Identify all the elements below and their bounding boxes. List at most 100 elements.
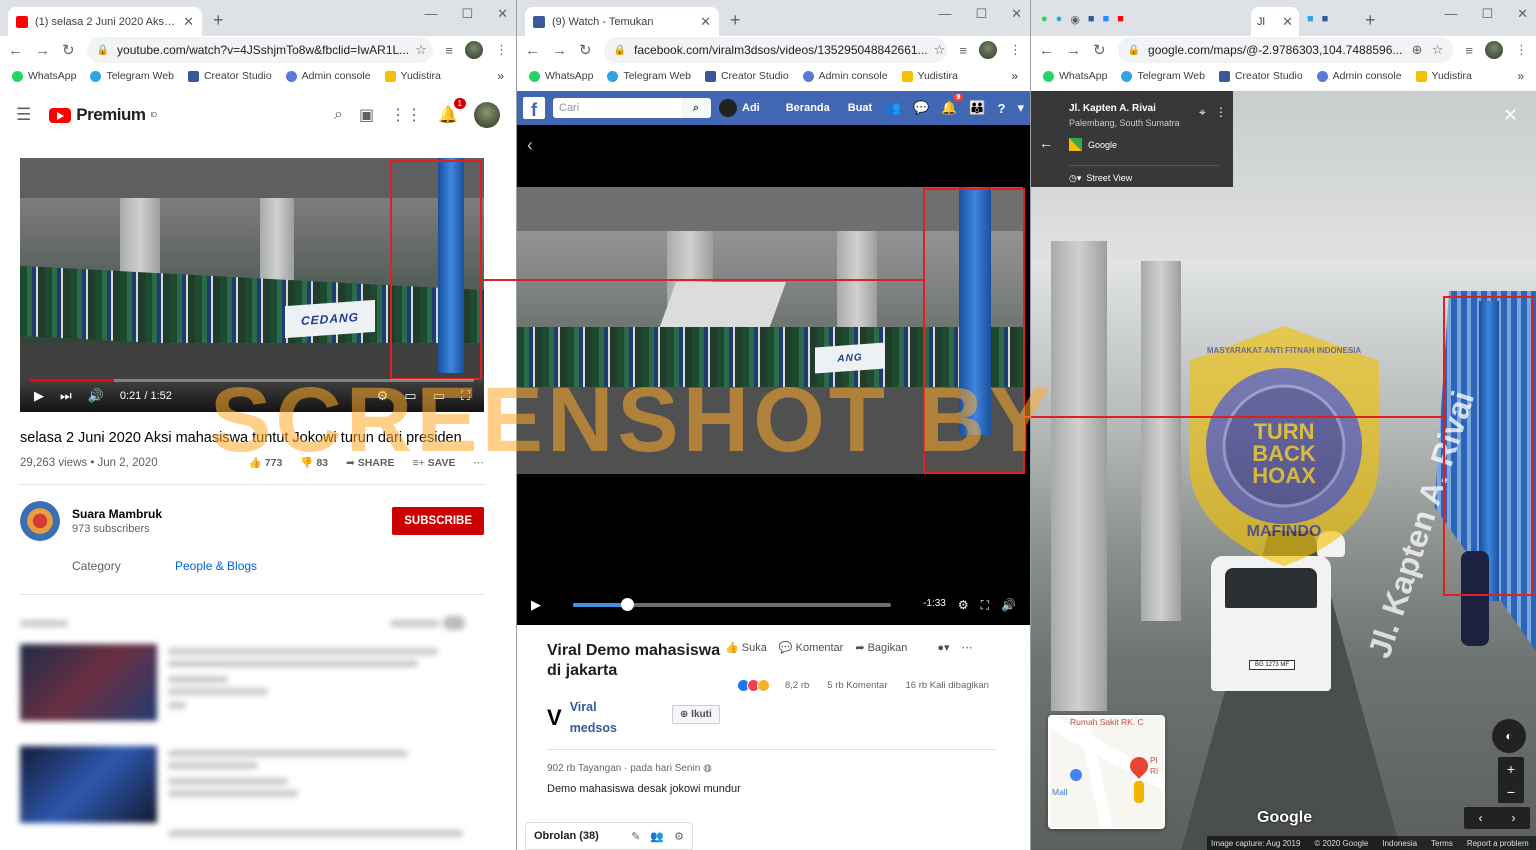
comment-button[interactable]: 💬 Komentar — [779, 641, 843, 654]
share-button[interactable]: ➦ Bagikan — [855, 641, 907, 654]
maximize-icon[interactable]: ☐ — [461, 6, 473, 22]
media-icon[interactable]: ≡ — [445, 43, 453, 58]
previous-image-icon[interactable]: ‹ — [1479, 811, 1483, 825]
tab-youtube-icon[interactable]: ■ — [1117, 13, 1124, 26]
miniplayer-icon[interactable]: ▭ — [404, 388, 416, 404]
bookmark-admin-console[interactable]: Admin console — [802, 70, 888, 82]
minimize-icon[interactable]: — — [424, 6, 437, 22]
close-tab-icon[interactable]: ✕ — [700, 14, 711, 30]
terms-link[interactable]: Terms — [1431, 839, 1453, 848]
new-tab-icon[interactable]: + — [730, 10, 741, 31]
search-icon[interactable]: ⌕ — [681, 98, 711, 118]
address-bar[interactable]: 🔒 youtube.com/watch?v=4JSshjmTo8w&fbclid… — [86, 37, 434, 63]
channel-name[interactable]: Suara Mambruk — [72, 507, 162, 521]
next-icon[interactable]: ⏭ — [60, 388, 72, 404]
help-icon[interactable]: ? — [998, 101, 1006, 116]
audience-icon[interactable]: ●▾ — [937, 641, 949, 654]
search-icon[interactable]: ⌕ — [334, 106, 343, 124]
minimize-icon[interactable]: — — [938, 6, 951, 22]
mini-map[interactable]: Rumah Sakit RK. C Pl Ri Mall — [1048, 715, 1165, 829]
page-name[interactable]: Viral medsos — [570, 697, 640, 739]
compass-icon[interactable]: ◐ — [1492, 719, 1526, 753]
chat-bar[interactable]: Obrolan (38) ✎ 👥 ⚙ — [525, 822, 693, 850]
play-icon[interactable]: ▶ — [531, 597, 541, 613]
tab-facebook-icon[interactable]: ■ — [1322, 13, 1329, 25]
close-window-icon[interactable]: ✕ — [1011, 6, 1022, 22]
tab-generic-icon[interactable]: ■ — [1103, 13, 1110, 26]
channel-avatar[interactable] — [20, 501, 60, 541]
facebook-progress-bar[interactable] — [573, 598, 892, 611]
media-icon[interactable]: ≡ — [959, 43, 967, 58]
notifications-icon[interactable]: 🔔 9 — [941, 94, 964, 116]
zoom-out-icon[interactable]: − — [1507, 784, 1515, 800]
share-button[interactable]: ➦ SHARE — [346, 457, 394, 469]
tab-facebook[interactable]: (9) Watch - Temukan ✕ — [525, 7, 719, 36]
home-link[interactable]: Beranda — [786, 102, 830, 114]
more-options-icon[interactable]: ⋮ — [1215, 105, 1227, 119]
bookmark-admin-console[interactable]: Admin console — [285, 70, 371, 82]
settings-gear-icon[interactable]: ⚙ — [958, 598, 969, 613]
bookmark-yudistira[interactable]: Yudistira — [901, 70, 958, 82]
bookmark-star-icon[interactable]: ☆ — [409, 42, 427, 58]
up-next-thumbnail[interactable] — [20, 746, 157, 823]
menu-kebab-icon[interactable]: ⋮ — [1515, 42, 1528, 58]
groups-icon[interactable]: 👪 — [969, 100, 985, 116]
dislike-button[interactable]: 👎 83 — [300, 456, 328, 469]
like-button[interactable]: 👍 Suka — [725, 641, 767, 654]
messenger-icon[interactable]: 💬 — [913, 100, 929, 116]
close-street-view-icon[interactable]: ✕ — [1503, 105, 1518, 126]
youtube-video-player[interactable]: CEDANG ▶ ⏭ 🔊 0:21 / 1:52 ⚙ ▭ ▭ ⛶ — [20, 158, 484, 412]
profile-avatar[interactable] — [465, 41, 483, 59]
category-link[interactable]: People & Blogs — [175, 559, 257, 573]
location-icon[interactable]: ⊕ — [1406, 42, 1423, 58]
new-tab-icon[interactable]: + — [1365, 10, 1376, 31]
bookmark-creator-studio[interactable]: Creator Studio — [704, 70, 789, 82]
close-tab-icon[interactable]: ✕ — [1282, 14, 1293, 30]
group-chat-icon[interactable]: 👥 — [650, 830, 664, 843]
facebook-video-player[interactable]: ‹ ANG ▶ -1:33 ⚙ ⛶ 🔊 — [517, 125, 1030, 625]
subscribe-button[interactable]: SUBSCRIBE — [392, 507, 484, 535]
address-bar[interactable]: 🔒 google.com/maps/@-2.9786303,104.748859… — [1117, 37, 1454, 63]
close-window-icon[interactable]: ✕ — [1517, 6, 1528, 22]
youtube-avatar[interactable] — [474, 102, 500, 128]
tab-generic-icon[interactable]: ■ — [1307, 13, 1314, 25]
media-icon[interactable]: ≡ — [1465, 43, 1473, 58]
bookmark-admin-console[interactable]: Admin console — [1316, 70, 1402, 82]
tab-telegram-icon[interactable]: ● — [1056, 13, 1063, 26]
volume-icon[interactable]: 🔊 — [88, 388, 104, 404]
notifications-bell-icon[interactable]: 🔔 1 — [438, 98, 466, 125]
back-icon[interactable]: ← — [1039, 42, 1054, 59]
minimize-icon[interactable]: — — [1444, 6, 1457, 22]
apps-grid-icon[interactable]: ⋮⋮ — [390, 105, 422, 125]
bookmark-yudistira[interactable]: Yudistira — [1415, 70, 1472, 82]
reload-icon[interactable]: ↻ — [579, 41, 592, 59]
zoom-in-icon[interactable]: + — [1507, 761, 1515, 777]
tab-facebook-icon[interactable]: ■ — [1088, 13, 1095, 26]
share-count[interactable]: 16 rb Kali dibagikan — [906, 680, 989, 691]
forward-icon[interactable]: → — [1066, 42, 1081, 59]
back-arrow-icon[interactable]: ‹ — [527, 135, 533, 156]
bookmark-whatsapp[interactable]: WhatsApp — [529, 70, 593, 82]
like-button[interactable]: 👍 773 — [249, 456, 283, 469]
back-arrow-icon[interactable]: ← — [1039, 135, 1053, 151]
comment-count[interactable]: 5 rb Komentar — [827, 680, 887, 691]
page-logo-icon[interactable]: V — [547, 705, 562, 731]
youtube-premium-logo[interactable]: Premium ID — [49, 105, 157, 125]
compose-icon[interactable]: ✎ — [631, 830, 640, 843]
theater-mode-icon[interactable]: ▭ — [433, 388, 445, 404]
new-tab-icon[interactable]: + — [213, 10, 224, 31]
next-image-icon[interactable]: › — [1512, 811, 1516, 825]
facebook-search-input[interactable]: Cari — [553, 98, 681, 118]
reload-icon[interactable]: ↻ — [62, 41, 75, 59]
settings-gear-icon[interactable]: ⚙ — [377, 388, 389, 404]
more-options-icon[interactable]: ⋯ — [962, 641, 973, 654]
bookmark-star-icon[interactable]: ☆ — [928, 42, 946, 58]
menu-kebab-icon[interactable]: ⋮ — [495, 42, 508, 58]
maximize-icon[interactable]: ☐ — [975, 6, 987, 22]
save-button[interactable]: ≡+ SAVE — [412, 457, 455, 469]
bookmark-creator-studio[interactable]: Creator Studio — [187, 70, 272, 82]
address-bar[interactable]: 🔒 facebook.com/viralm3dsos/videos/135295… — [603, 37, 948, 63]
create-link[interactable]: Buat — [848, 102, 872, 114]
bookmark-telegram[interactable]: Telegram Web — [90, 70, 174, 82]
forward-icon[interactable]: → — [552, 42, 567, 59]
